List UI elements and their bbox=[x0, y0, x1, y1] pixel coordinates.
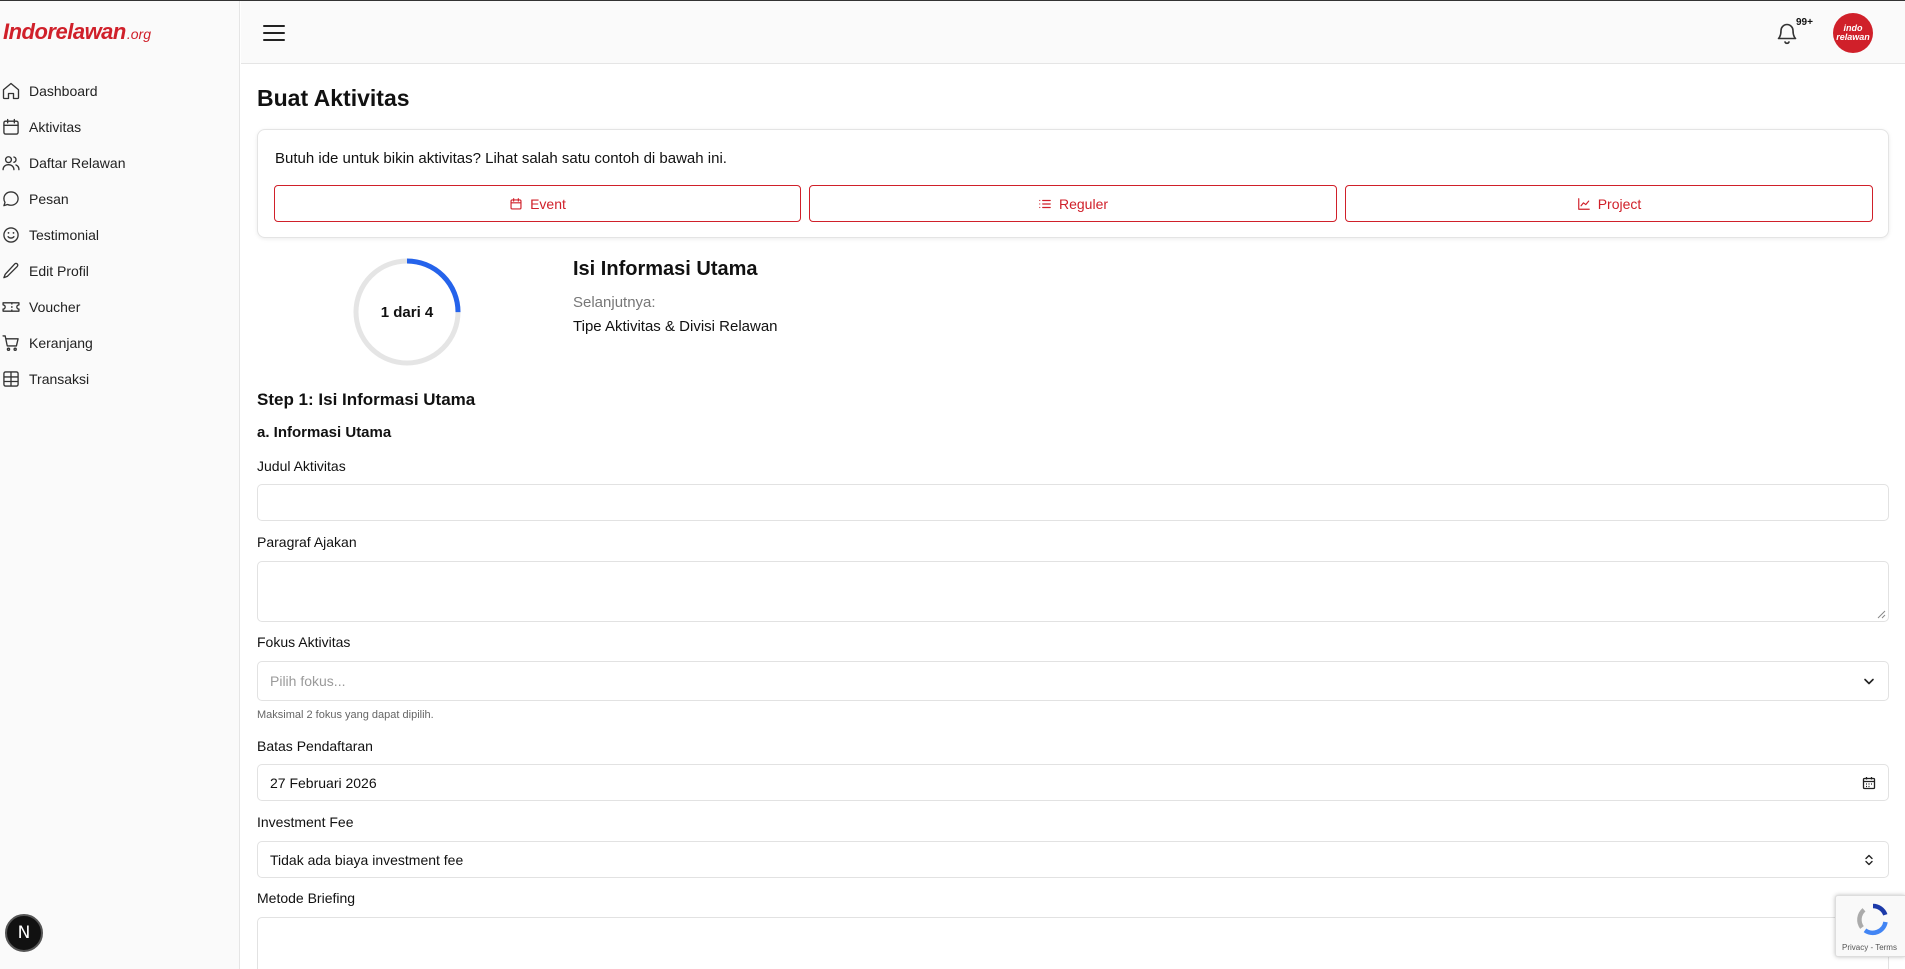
ticket-icon bbox=[2, 302, 20, 312]
progress-label: 1 dari 4 bbox=[380, 303, 434, 321]
sidebar-item-pesan[interactable]: Pesan bbox=[0, 181, 240, 217]
section-heading: a. Informasi Utama bbox=[257, 424, 392, 441]
project-example-button[interactable]: Project bbox=[1345, 185, 1873, 222]
sidebar-nav: Dashboard Aktivitas Daftar Relawan Pesan… bbox=[0, 73, 240, 397]
sidebar-item-label: Dashboard bbox=[29, 83, 98, 99]
notification-count-badge: 99+ bbox=[1796, 17, 1813, 28]
sidebar-item-dashboard[interactable]: Dashboard bbox=[0, 73, 240, 109]
users-icon bbox=[2, 156, 20, 171]
dev-tools-badge-label: N bbox=[17, 923, 31, 943]
sidebar-item-label: Testimonial bbox=[29, 227, 100, 243]
investment-fee-value: Tidak ada biaya investment fee bbox=[270, 851, 464, 868]
reguler-example-button[interactable]: Reguler bbox=[809, 185, 1337, 222]
judul-aktivitas-input[interactable] bbox=[257, 484, 1889, 521]
brand-logo[interactable]: Indorelawan .org bbox=[3, 19, 151, 45]
step-heading: Step 1: Isi Informasi Utama bbox=[257, 390, 476, 409]
sidebar: Indorelawan .org Dashboard Aktivitas Daf… bbox=[0, 1, 240, 969]
cart-icon bbox=[2, 335, 19, 352]
sidebar-item-voucher[interactable]: Voucher bbox=[0, 289, 240, 325]
batas-pendaftaran-value: 27 Februari 2026 bbox=[270, 774, 377, 791]
avatar-text-line2: relawan bbox=[1836, 32, 1870, 42]
pencil-icon bbox=[3, 262, 19, 279]
idea-text: Butuh ide untuk bikin aktivitas? Lihat s… bbox=[275, 150, 727, 167]
sidebar-item-edit-profil[interactable]: Edit Profil bbox=[0, 253, 240, 289]
calendar-icon bbox=[3, 118, 19, 135]
sidebar-item-label: Pesan bbox=[29, 191, 69, 207]
fokus-aktivitas-select[interactable]: Pilih fokus... bbox=[257, 661, 1889, 701]
sidebar-item-label: Voucher bbox=[29, 299, 81, 315]
resize-handle-icon[interactable] bbox=[1877, 610, 1886, 619]
home-icon bbox=[2, 82, 20, 100]
chevron-updown-icon bbox=[1865, 854, 1873, 865]
judul-aktivitas-label: Judul Aktivitas bbox=[257, 458, 346, 474]
page-title: Buat Aktivitas bbox=[257, 85, 410, 111]
sidebar-item-label: Keranjang bbox=[29, 335, 93, 351]
calendar-icon bbox=[510, 197, 522, 210]
chevron-down-icon bbox=[1864, 678, 1874, 685]
message-icon bbox=[3, 191, 19, 207]
next-step-label: Selanjutnya: bbox=[573, 294, 656, 311]
top-header: 99+ indo relawan bbox=[241, 1, 1905, 64]
paragraf-ajakan-textarea[interactable] bbox=[257, 561, 1889, 622]
line-chart-icon bbox=[1577, 197, 1590, 210]
next-step-value: Tipe Aktivitas & Divisi Relawan bbox=[573, 318, 778, 335]
event-example-label: Event bbox=[530, 195, 566, 212]
sidebar-item-transaksi[interactable]: Transaksi bbox=[0, 361, 240, 397]
table-icon bbox=[3, 371, 19, 387]
recaptcha-icon bbox=[1857, 903, 1888, 936]
avatar[interactable]: indo relawan bbox=[1833, 13, 1873, 53]
project-example-label: Project bbox=[1597, 195, 1642, 212]
reguler-example-label: Reguler bbox=[1058, 195, 1109, 212]
dev-tools-badge[interactable]: N bbox=[5, 914, 43, 952]
batas-pendaftaran-date-input[interactable]: 27 Februari 2026 bbox=[257, 764, 1889, 801]
sidebar-item-testimonial[interactable]: Testimonial bbox=[0, 217, 240, 253]
fokus-aktivitas-helper: Maksimal 2 fokus yang dapat dipilih. bbox=[257, 709, 434, 721]
calendar-icon[interactable] bbox=[1862, 776, 1876, 790]
event-example-button[interactable]: Event bbox=[274, 185, 801, 222]
brand-suffix: .org bbox=[126, 26, 151, 42]
recaptcha-badge[interactable]: Privacy - Terms bbox=[1835, 895, 1905, 957]
hamburger-menu-icon[interactable] bbox=[261, 21, 287, 45]
paragraf-ajakan-label: Paragraf Ajakan bbox=[257, 534, 357, 550]
fokus-aktivitas-placeholder: Pilih fokus... bbox=[270, 673, 346, 689]
sidebar-item-aktivitas[interactable]: Aktivitas bbox=[0, 109, 240, 145]
batas-pendaftaran-label: Batas Pendaftaran bbox=[257, 738, 373, 754]
sidebar-item-label: Aktivitas bbox=[29, 119, 82, 135]
brand-name: Indorelawan bbox=[3, 19, 126, 44]
metode-briefing-textarea[interactable] bbox=[257, 917, 1889, 969]
smile-icon bbox=[3, 227, 19, 243]
list-icon bbox=[1039, 199, 1051, 208]
sidebar-item-daftar-relawan[interactable]: Daftar Relawan bbox=[0, 145, 240, 181]
sidebar-item-label: Transaksi bbox=[29, 371, 90, 387]
investment-fee-select[interactable]: Tidak ada biaya investment fee bbox=[257, 841, 1889, 878]
investment-fee-label: Investment Fee bbox=[257, 814, 354, 830]
step-progress-ring: 1 dari 4 bbox=[352, 257, 462, 367]
recaptcha-links[interactable]: Privacy - Terms bbox=[1842, 943, 1897, 952]
sidebar-item-label: Daftar Relawan bbox=[29, 155, 126, 171]
fokus-aktivitas-label: Fokus Aktivitas bbox=[257, 634, 351, 650]
sidebar-item-label: Edit Profil bbox=[29, 263, 89, 279]
current-step-title: Isi Informasi Utama bbox=[573, 258, 758, 280]
sidebar-item-keranjang[interactable]: Keranjang bbox=[0, 325, 240, 361]
metode-briefing-label: Metode Briefing bbox=[257, 890, 356, 906]
